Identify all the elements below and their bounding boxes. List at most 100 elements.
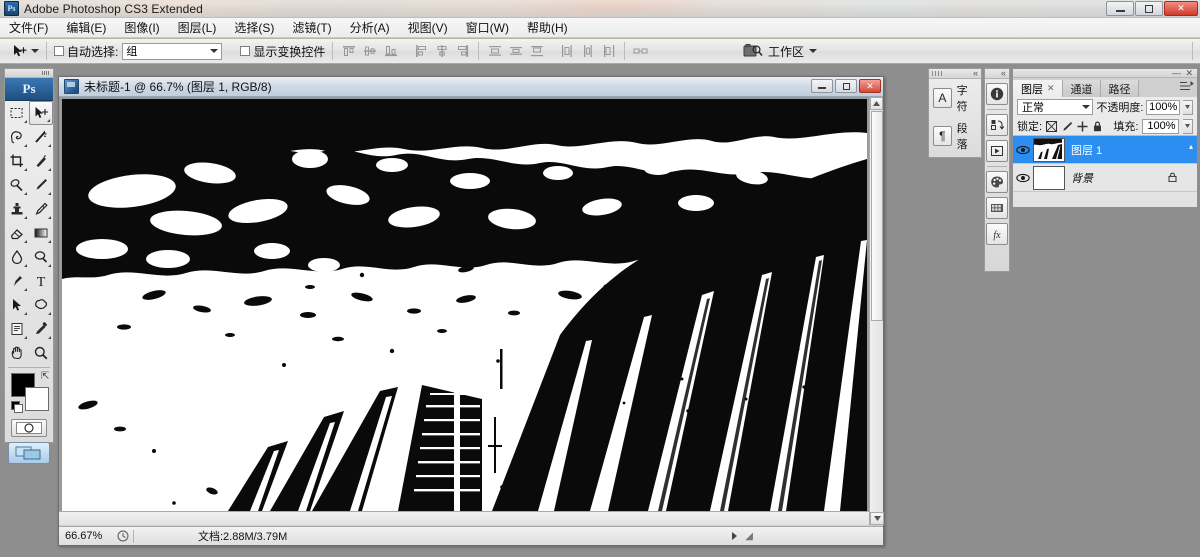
distribute-right-edges-button[interactable] — [600, 43, 617, 60]
align-vertical-centers-button[interactable] — [361, 43, 378, 60]
zoom-level[interactable]: 66.67% — [59, 530, 117, 542]
panel-menu-icon[interactable] — [1180, 81, 1194, 92]
blend-mode-dropdown[interactable]: 正常 — [1017, 99, 1093, 115]
document-close-button[interactable]: ✕ — [859, 79, 881, 93]
lock-all-icon[interactable] — [1092, 120, 1103, 132]
shape-tool[interactable] — [29, 293, 53, 317]
brush-tool[interactable] — [29, 173, 53, 197]
layer-thumbnail-1[interactable] — [1033, 138, 1065, 162]
move-tool[interactable] — [29, 101, 53, 125]
fill-slider-arrow[interactable] — [1183, 119, 1193, 134]
swatches-panel-icon[interactable] — [986, 197, 1008, 219]
distribute-horizontal-centers-button[interactable] — [579, 43, 596, 60]
menu-filter[interactable]: 滤镜(T) — [283, 17, 340, 38]
close-button[interactable]: ✕ — [1164, 1, 1198, 16]
character-panel-button[interactable]: A 字符 — [929, 79, 981, 117]
styles-panel-icon[interactable]: fx — [986, 223, 1008, 245]
align-bottom-edges-button[interactable] — [382, 43, 399, 60]
layer-visibility-toggle-2[interactable] — [1013, 173, 1033, 183]
swap-colors-icon[interactable]: ⇱ — [41, 371, 49, 382]
magic-wand-tool[interactable] — [29, 125, 53, 149]
histogram-panel-icon[interactable] — [986, 140, 1008, 162]
crop-tool[interactable] — [5, 149, 29, 173]
menu-file[interactable]: 文件(F) — [0, 17, 57, 38]
horizontal-scrollbar[interactable] — [59, 511, 869, 525]
status-menu-arrow-icon[interactable] — [732, 532, 737, 540]
document-title-bar[interactable]: 未标题-1 @ 66.7% (图层 1, RGB/8) ✕ — [59, 77, 883, 97]
auto-select-dropdown[interactable]: 组 — [122, 43, 222, 60]
menu-window[interactable]: 窗口(W) — [457, 17, 518, 38]
dodge-tool[interactable] — [29, 245, 53, 269]
icon-strip-drag-handle[interactable]: « — [985, 69, 1009, 79]
menu-help[interactable]: 帮助(H) — [518, 17, 577, 38]
align-horizontal-centers-button[interactable] — [433, 43, 450, 60]
workspace-chevron-down-icon[interactable] — [809, 49, 817, 53]
tab-channels[interactable]: 通道 — [1063, 80, 1101, 97]
fill-input[interactable]: 100% — [1142, 119, 1178, 134]
default-colors-icon[interactable] — [11, 401, 22, 412]
menu-layer[interactable]: 图层(L) — [169, 17, 226, 38]
pen-tool[interactable] — [5, 269, 29, 293]
distribute-vertical-centers-button[interactable] — [507, 43, 524, 60]
scroll-down-button[interactable] — [870, 512, 884, 525]
current-tool-preset[interactable] — [12, 43, 39, 59]
blur-tool[interactable] — [5, 245, 29, 269]
paragraph-panel-button[interactable]: ¶ 段落 — [929, 117, 981, 155]
color-panel-icon[interactable] — [986, 171, 1008, 193]
history-brush-tool[interactable] — [29, 197, 53, 221]
rectangular-marquee-tool[interactable] — [5, 101, 29, 125]
layer-visibility-toggle-1[interactable] — [1013, 145, 1033, 155]
tab-close-icon[interactable]: ✕ — [1047, 83, 1055, 94]
document-minimize-button[interactable] — [811, 79, 833, 93]
eyedropper-tool[interactable] — [29, 317, 53, 341]
vertical-scrollbar[interactable] — [869, 97, 883, 525]
auto-select-checkbox[interactable] — [54, 46, 64, 56]
screen-mode-button[interactable] — [8, 442, 50, 464]
layer-scroll-arrow-icon[interactable]: ▴ — [1189, 142, 1193, 151]
tab-layers[interactable]: 图层 ✕ — [1013, 80, 1063, 97]
layer-row-2[interactable]: 背景 — [1013, 164, 1197, 192]
distribute-left-edges-button[interactable] — [558, 43, 575, 60]
tab-paths[interactable]: 路径 — [1101, 80, 1139, 97]
clone-stamp-tool[interactable] — [5, 197, 29, 221]
minimize-button[interactable] — [1106, 1, 1134, 16]
workspace-control[interactable]: 工作区 — [743, 43, 817, 60]
layer-thumbnail-2[interactable] — [1033, 166, 1065, 190]
maximize-button[interactable] — [1135, 1, 1163, 16]
healing-brush-tool[interactable] — [5, 173, 29, 197]
menu-select[interactable]: 选择(S) — [225, 17, 283, 38]
layers-panel-close-icon[interactable]: ✕ — [1185, 69, 1193, 77]
canvas-viewport[interactable] — [59, 97, 883, 525]
align-top-edges-button[interactable] — [340, 43, 357, 60]
lock-image-pixels-icon[interactable] — [1061, 120, 1072, 132]
align-right-edges-button[interactable] — [454, 43, 471, 60]
scroll-up-button[interactable] — [870, 97, 883, 110]
layers-panel-minimize-icon[interactable]: — — [1172, 69, 1181, 77]
hand-tool[interactable] — [5, 341, 29, 365]
lock-position-icon[interactable] — [1077, 120, 1088, 132]
distribute-bottom-edges-button[interactable] — [528, 43, 545, 60]
lasso-tool[interactable] — [5, 125, 29, 149]
lock-transparent-pixels-icon[interactable] — [1046, 120, 1057, 132]
eraser-tool[interactable] — [5, 221, 29, 245]
zoom-tool[interactable] — [29, 341, 53, 365]
char-para-drag-handle[interactable]: « — [929, 69, 981, 79]
menu-analysis[interactable]: 分析(A) — [341, 17, 399, 38]
toolbox-drag-handle[interactable] — [5, 69, 53, 78]
document-maximize-button[interactable] — [835, 79, 857, 93]
info-panel-icon[interactable] — [986, 83, 1008, 105]
background-color-swatch[interactable] — [25, 387, 49, 411]
collapse-dock-icon[interactable]: « — [973, 69, 978, 78]
menu-edit[interactable]: 编辑(E) — [57, 17, 115, 38]
path-selection-tool[interactable] — [5, 293, 29, 317]
vertical-scroll-thumb[interactable] — [871, 111, 883, 321]
layer-row-1[interactable]: 图层 1 ▴ — [1013, 136, 1197, 164]
opacity-input[interactable]: 100% — [1146, 100, 1180, 115]
expand-dock-icon[interactable]: « — [1001, 69, 1006, 78]
menu-view[interactable]: 视图(V) — [399, 17, 457, 38]
tool-preset-chevron-down-icon[interactable] — [31, 49, 39, 53]
show-transform-controls-checkbox[interactable] — [240, 46, 250, 56]
navigator-panel-icon[interactable] — [986, 114, 1008, 136]
go-to-bridge-icon[interactable] — [743, 43, 763, 59]
quick-mask-button[interactable] — [11, 419, 47, 437]
